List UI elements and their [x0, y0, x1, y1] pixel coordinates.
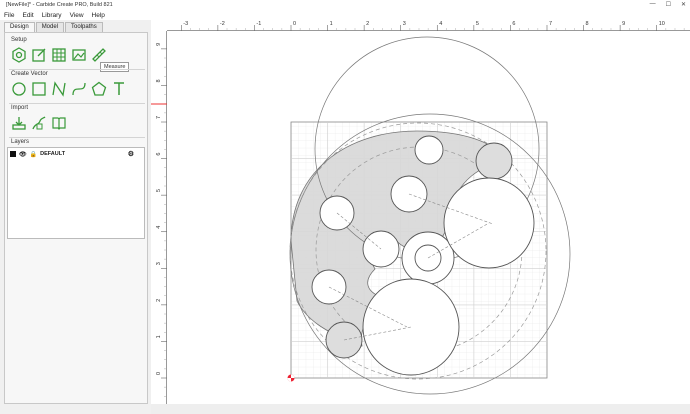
- ruler-x-label: 0: [293, 21, 296, 27]
- mode-tabs: Design Model Toolpaths: [4, 22, 104, 32]
- tab-toolpaths[interactable]: Toolpaths: [65, 22, 103, 32]
- ruler-x-label: 2: [366, 21, 369, 27]
- divider: [9, 69, 145, 70]
- tab-model[interactable]: Model: [35, 22, 65, 32]
- import-icon[interactable]: [11, 115, 27, 131]
- divider: [9, 137, 145, 138]
- ruler-x-label: 10: [659, 21, 665, 27]
- ruler-y-label: 8: [156, 79, 162, 82]
- hole-circle[interactable]: [414, 135, 444, 165]
- layer-name: DEFAULT: [40, 151, 66, 157]
- close-icon[interactable]: ✕: [681, 1, 686, 8]
- ruler-y-label: 0: [156, 372, 162, 375]
- menu-view[interactable]: View: [70, 12, 84, 19]
- title-bar: [NewFile]* - Carbide Create PRO, Build 8…: [0, 0, 690, 10]
- rectangle-tool-icon[interactable]: [31, 81, 47, 97]
- maximize-icon[interactable]: ☐: [666, 1, 671, 8]
- clipart-icon[interactable]: [31, 115, 47, 131]
- layers-list: 👁 🔒 DEFAULT ⚙: [7, 147, 145, 239]
- hole-circle[interactable]: [362, 278, 460, 376]
- divider: [9, 103, 145, 104]
- layer-row[interactable]: 👁 🔒 DEFAULT ⚙: [10, 150, 142, 158]
- tab-design[interactable]: Design: [4, 22, 35, 32]
- window-title: [NewFile]* - Carbide Create PRO, Build 8…: [6, 2, 113, 8]
- ruler-x-label: -3: [183, 21, 188, 27]
- ruler-y-label: 1: [156, 335, 162, 338]
- polyline-tool-icon[interactable]: [51, 81, 67, 97]
- circle-tool-icon[interactable]: [11, 81, 27, 97]
- polygon-tool-icon[interactable]: [91, 81, 107, 97]
- text-tool-icon[interactable]: [111, 81, 127, 97]
- menu-file[interactable]: File: [4, 12, 14, 19]
- library-book-icon[interactable]: [51, 115, 67, 131]
- curve-tool-icon[interactable]: [71, 81, 87, 97]
- measure-tooltip: Measure: [100, 62, 130, 72]
- import-title: Import: [11, 105, 29, 111]
- menu-library[interactable]: Library: [42, 12, 62, 19]
- layer-color-swatch[interactable]: [10, 151, 16, 157]
- menu-edit[interactable]: Edit: [22, 12, 33, 19]
- canvas-drawing[interactable]: [167, 31, 690, 404]
- create-vector-title: Create Vector: [11, 71, 48, 77]
- lock-icon[interactable]: 🔒: [30, 151, 37, 158]
- ruler-x-label: 7: [549, 21, 552, 27]
- ruler-y-label: 5: [156, 189, 162, 192]
- ruler-x-label: -1: [256, 21, 261, 27]
- gear-icon[interactable]: ⚙: [128, 150, 134, 158]
- vertical-ruler: 9 8 7 6 5 4 3 2 1 0: [151, 31, 167, 406]
- job-setup-icon[interactable]: [11, 47, 27, 63]
- canvas-status-strip: [151, 404, 690, 414]
- horizontal-ruler: -3 -2 -1 0 1 2 3 4 5 6 7 8 9 10: [167, 19, 690, 31]
- ruler-y-label: 2: [156, 299, 162, 302]
- image-icon[interactable]: [71, 47, 87, 63]
- design-panel: Setup Measure Create Vector Import Layer…: [4, 32, 148, 404]
- origin-marker-segment: [287, 378, 291, 382]
- ruler-x-label: 8: [586, 21, 589, 27]
- ruler-x-label: -2: [220, 21, 225, 27]
- hole-circle[interactable]: [475, 142, 513, 180]
- ruler-y-label: 9: [156, 43, 162, 46]
- ruler-x-label: 1: [330, 21, 333, 27]
- minimize-icon[interactable]: —: [650, 1, 656, 8]
- eye-icon[interactable]: 👁: [19, 151, 27, 158]
- ruler-y-label: 7: [156, 116, 162, 119]
- window-controls: — ☐ ✕: [650, 1, 686, 8]
- ruler-x-label: 3: [403, 21, 406, 27]
- menu-help[interactable]: Help: [92, 12, 105, 19]
- ruler-y-label: 3: [156, 262, 162, 265]
- ruler-y-label: 6: [156, 153, 162, 156]
- layers-title: Layers: [11, 139, 30, 145]
- measure-icon[interactable]: [91, 47, 107, 63]
- ruler-x-label: 4: [439, 21, 442, 27]
- ruler-x-label: 5: [476, 21, 479, 27]
- grid-icon[interactable]: [51, 47, 67, 63]
- ruler-x-label: 9: [622, 21, 625, 27]
- setup-title: Setup: [11, 37, 27, 43]
- ruler-x-label: 6: [512, 21, 515, 27]
- ruler-y-label: 4: [156, 226, 162, 229]
- edit-icon[interactable]: [31, 47, 47, 63]
